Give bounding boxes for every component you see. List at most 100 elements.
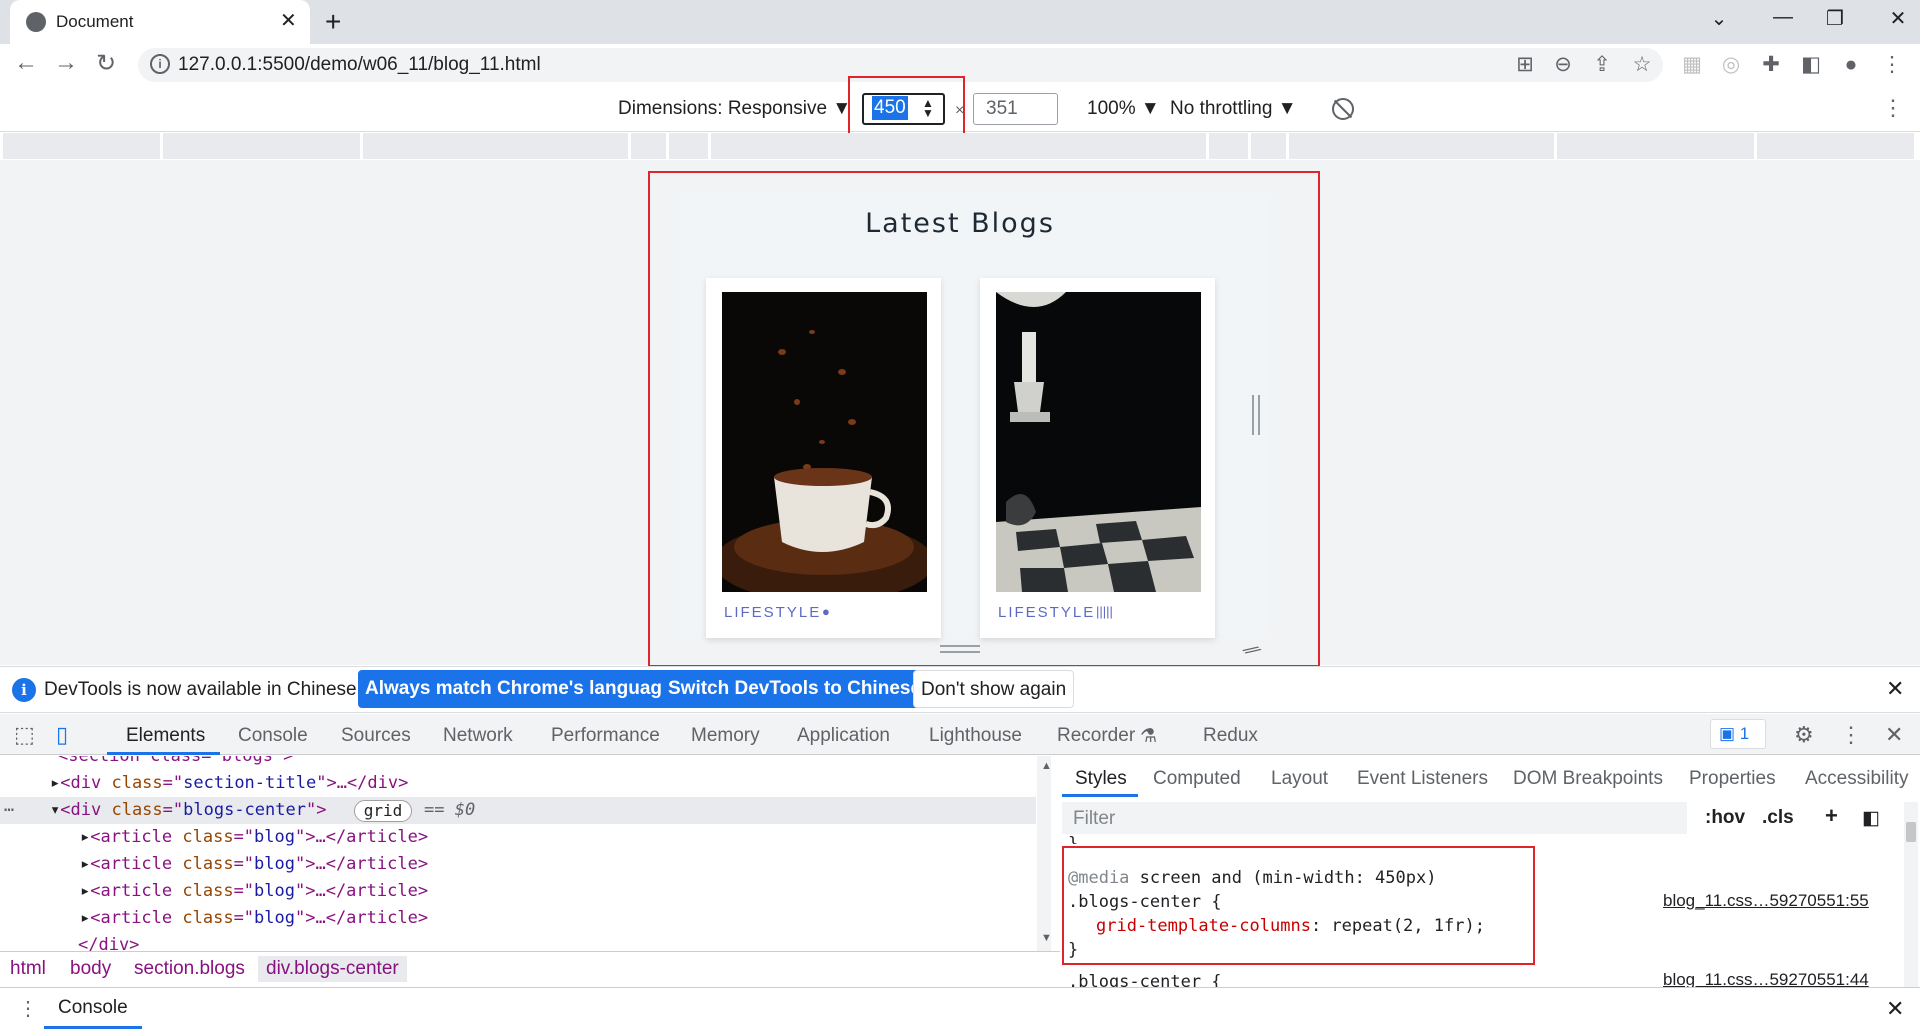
url-text[interactable]: 127.0.0.1:5500/demo/w06_11/blog_11.html	[178, 52, 541, 78]
styles-tab-styles[interactable]: Styles	[1075, 768, 1127, 790]
dom-node-article[interactable]: ▸<article class="blog">…</article>	[80, 878, 428, 905]
translate-icon[interactable]: ⊞	[1513, 53, 1537, 77]
new-rule-icon[interactable]: +	[1825, 803, 1838, 829]
tab-redux[interactable]: Redux	[1203, 725, 1258, 747]
breadcrumb-body[interactable]: body	[70, 958, 111, 980]
extension-icon[interactable]: ▦	[1680, 53, 1704, 77]
attr-name: class	[111, 773, 163, 793]
prev-rule-brace: }	[1068, 834, 1079, 844]
styles-tab-layout[interactable]: Layout	[1271, 768, 1328, 790]
rule-source-link[interactable]: blog_11.css…59270551:55	[1663, 891, 1869, 911]
grid-badge[interactable]: grid	[354, 800, 412, 822]
media-query-segment[interactable]	[631, 133, 669, 159]
height-value[interactable]: 351	[986, 98, 1018, 120]
tab-lighthouse[interactable]: Lighthouse	[929, 725, 1022, 747]
media-query-segment[interactable]	[163, 133, 363, 159]
always-match-language-button[interactable]: Always match Chrome's language	[358, 670, 680, 708]
styles-tab-event-listeners[interactable]: Event Listeners	[1357, 768, 1488, 790]
drawer-tab-console[interactable]: Console	[58, 997, 128, 1019]
tab-application[interactable]: Application	[797, 725, 890, 747]
attr-name: class	[111, 800, 163, 820]
media-query-segment[interactable]	[1251, 133, 1289, 159]
forward-arrow-icon[interactable]: →	[54, 49, 78, 77]
side-panel-icon[interactable]: ◧	[1799, 53, 1823, 77]
styles-tab-dom-breakpoints[interactable]: DOM Breakpoints	[1513, 768, 1663, 790]
breadcrumb-section[interactable]: section.blogs	[134, 958, 245, 980]
back-arrow-icon[interactable]: ←	[14, 49, 38, 77]
styles-filter-input[interactable]	[1062, 802, 1687, 834]
dont-show-again-button[interactable]: Don't show again	[913, 670, 1075, 708]
attr-value: blog	[254, 881, 295, 901]
device-toggle-icon[interactable]: ▯	[56, 722, 68, 748]
media-query-segment[interactable]	[1209, 133, 1251, 159]
issues-badge[interactable]: ▣ 1	[1710, 719, 1766, 749]
new-tab-button[interactable]: +	[325, 6, 341, 38]
share-icon[interactable]: ⇪	[1590, 53, 1614, 77]
device-more-icon[interactable]: ⋮	[1882, 95, 1904, 121]
zoom-icon[interactable]: ⊖	[1551, 53, 1575, 77]
media-query-segment[interactable]	[669, 133, 711, 159]
scroll-up-icon[interactable]: ▲	[1041, 760, 1052, 772]
tab-console[interactable]: Console	[238, 725, 308, 747]
dom-node-article[interactable]: ▸<article class="blog">…</article>	[80, 905, 428, 932]
rotate-disabled-icon[interactable]	[1332, 98, 1354, 120]
media-query-bar	[0, 133, 1920, 159]
zoom-dropdown[interactable]: 100% ▼	[1087, 98, 1160, 120]
tab-memory[interactable]: Memory	[691, 725, 760, 747]
extension-icon-2[interactable]: ◎	[1719, 53, 1743, 77]
media-query-segment[interactable]	[1557, 133, 1757, 159]
tag-name: div	[70, 773, 102, 793]
dom-node-article[interactable]: ▸<article class="blog">…</article>	[80, 824, 428, 851]
window-close-icon[interactable]: ✕	[1883, 6, 1913, 31]
toggle-sidebar-icon[interactable]: ◧	[1862, 807, 1880, 830]
info-icon: i	[12, 678, 36, 702]
dom-node-blogs-center[interactable]: ▾<div class="blogs-center">	[50, 797, 326, 824]
styles-scroll-thumb[interactable]	[1906, 822, 1916, 842]
breadcrumb-div[interactable]: div.blogs-center	[258, 956, 407, 982]
styles-tab-accessibility[interactable]: Accessibility	[1805, 768, 1908, 790]
devtools-more-icon[interactable]: ⋮	[1840, 722, 1862, 748]
breadcrumb-html[interactable]: html	[10, 958, 46, 980]
restore-icon[interactable]: ❐	[1820, 6, 1850, 31]
tab-network[interactable]: Network	[443, 725, 513, 747]
puzzle-icon[interactable]: ✚	[1759, 53, 1783, 77]
media-query-segment[interactable]	[711, 133, 1209, 159]
dom-node-section-title[interactable]: ▸<div class="section-title">…</div>	[50, 770, 408, 797]
dimensions-dropdown[interactable]: Dimensions: Responsive ▼	[618, 98, 851, 120]
styles-active-indicator	[1062, 794, 1138, 797]
styles-tab-computed[interactable]: Computed	[1153, 768, 1241, 790]
tab-elements[interactable]: Elements	[126, 725, 205, 747]
minimize-icon[interactable]: —	[1768, 6, 1798, 29]
dom-node-article[interactable]: ▸<article class="blog">…</article>	[80, 851, 428, 878]
settings-gear-icon[interactable]: ⚙	[1794, 722, 1814, 748]
rule-selector[interactable]: .blogs-center {	[1068, 970, 1222, 987]
tab-performance[interactable]: Performance	[551, 725, 660, 747]
media-query-segment[interactable]	[3, 133, 163, 159]
browser-tab[interactable]	[10, 0, 310, 44]
switch-to-chinese-button[interactable]: Switch DevTools to Chinese	[661, 670, 929, 708]
media-query-segment[interactable]	[363, 133, 631, 159]
media-query-segment[interactable]	[1289, 133, 1557, 159]
styles-tab-properties[interactable]: Properties	[1689, 768, 1776, 790]
throttling-dropdown[interactable]: No throttling ▼	[1170, 98, 1297, 120]
media-query-segment[interactable]	[1757, 133, 1917, 159]
profile-avatar-icon[interactable]: ●	[1839, 53, 1863, 77]
drawer-menu-icon[interactable]: ⋮	[18, 996, 38, 1021]
tab-sources[interactable]: Sources	[341, 725, 411, 747]
hov-toggle[interactable]: :hov	[1705, 807, 1745, 829]
row-more-icon[interactable]: ⋯	[4, 797, 14, 824]
devtools-close-icon[interactable]: ✕	[1885, 722, 1903, 748]
reload-icon[interactable]: ↻	[96, 49, 116, 78]
scroll-down-icon[interactable]: ▼	[1041, 932, 1052, 944]
inspect-element-icon[interactable]: ⬚	[14, 722, 35, 748]
site-info-icon[interactable]: i	[150, 54, 170, 74]
chrome-menu-icon[interactable]: ⋮	[1880, 53, 1904, 77]
tab-search-chevron-icon[interactable]: ⌄	[1704, 6, 1734, 31]
cls-toggle[interactable]: .cls	[1762, 807, 1794, 829]
bookmark-star-icon[interactable]: ☆	[1630, 53, 1654, 77]
infobar-close-icon[interactable]: ✕	[1886, 676, 1904, 702]
tab-close-icon[interactable]: ✕	[280, 8, 297, 33]
drawer-close-icon[interactable]: ✕	[1886, 996, 1904, 1022]
tab-recorder[interactable]: Recorder	[1057, 725, 1135, 747]
elements-scrollbar[interactable]	[1037, 756, 1051, 951]
